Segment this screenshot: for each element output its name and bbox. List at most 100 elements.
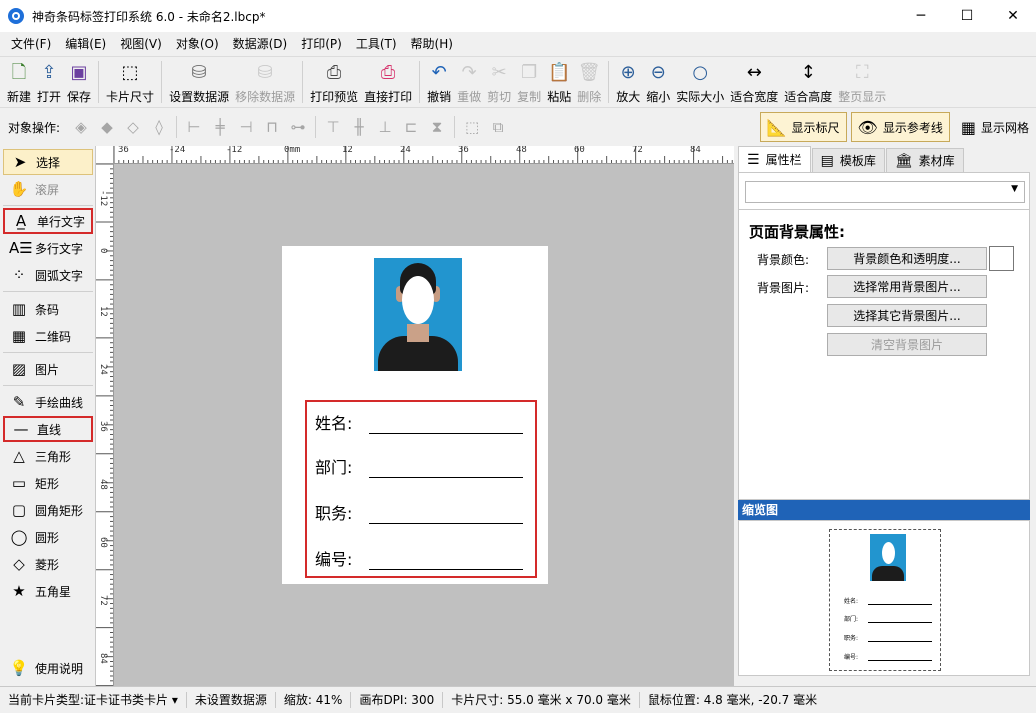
common-bg-button[interactable]: 选择常用背景图片... xyxy=(827,275,987,298)
tool-separator xyxy=(3,385,93,386)
ruler-icon: 📐 xyxy=(766,117,787,137)
show-ruler-toggle[interactable]: 📐 显示标尺 xyxy=(759,112,847,142)
space-v-icon[interactable]: ⧗ xyxy=(424,115,450,139)
design-canvas[interactable]: 姓名: 部门: 职务: 编号: xyxy=(114,164,734,686)
library-icon: 🏛 xyxy=(894,152,913,169)
full-page-button[interactable]: ⛶ 整页显示 xyxy=(835,57,889,107)
delete-button[interactable]: 🗑 删除 xyxy=(574,57,604,107)
menu-tools[interactable]: 工具(T) xyxy=(349,32,404,56)
tool-arc-text[interactable]: ⁘ 圆弧文字 xyxy=(3,262,93,288)
paste-button[interactable]: 📋 粘贴 xyxy=(544,57,574,107)
remove-datasource-button[interactable]: ⛁ 移除数据源 xyxy=(232,57,298,107)
status-card-type[interactable]: 当前卡片类型:证卡证书类卡片 ▾ xyxy=(0,692,187,708)
group-icon[interactable]: ⬚ xyxy=(459,115,485,139)
field-row-department[interactable]: 部门: xyxy=(315,454,523,478)
set-datasource-button[interactable]: ⛁ 设置数据源 xyxy=(166,57,232,107)
line-icon: — xyxy=(13,420,29,438)
ruler-vertical: -12 0 12 24 36 48 60 72 84 xyxy=(96,164,114,686)
actual-size-button[interactable]: ○ 实际大小 xyxy=(673,57,727,107)
tool-qrcode[interactable]: ▦ 二维码 xyxy=(3,323,93,349)
magnifier-icon: ○ xyxy=(692,62,709,83)
bg-image-label: 背景图片: xyxy=(757,281,810,295)
open-button[interactable]: ⇪ 打开 xyxy=(34,57,64,107)
info-box: 姓名: 部门: 职务: 编号: xyxy=(305,400,537,578)
align-right-icon[interactable]: ⊣ xyxy=(233,115,259,139)
field-underline xyxy=(369,550,523,570)
tool-image[interactable]: ▨ 图片 xyxy=(3,356,93,382)
tab-properties[interactable]: ☰ 属性栏 xyxy=(738,146,811,172)
send-backward-icon[interactable]: ◇ xyxy=(120,115,146,139)
new-button[interactable]: 🗋 新建 xyxy=(4,57,34,107)
align-top-icon[interactable]: ⊤ xyxy=(320,115,346,139)
zoom-out-button[interactable]: ⊖ 缩小 xyxy=(643,57,673,107)
align-center-icon[interactable]: ╪ xyxy=(207,115,233,139)
tool-scroll[interactable]: ✋ 滚屏 xyxy=(3,176,93,202)
distribute-h-icon[interactable]: ⊓ xyxy=(259,115,285,139)
menu-print[interactable]: 打印(P) xyxy=(294,32,349,56)
ruler-label: 12 xyxy=(98,306,108,317)
tool-single-text[interactable]: A̲ 单行文字 xyxy=(3,208,93,234)
bg-color-button[interactable]: 背景颜色和透明度... xyxy=(827,247,987,270)
tool-select[interactable]: ➤ 选择 xyxy=(3,149,93,175)
cut-button[interactable]: ✂ 剪切 xyxy=(484,57,514,107)
card-size-button[interactable]: ⬚ 卡片尺寸 xyxy=(103,57,157,107)
circle-icon: ◯ xyxy=(10,528,28,546)
menu-edit[interactable]: 编辑(E) xyxy=(58,32,113,56)
bring-forward-icon[interactable]: ◆ xyxy=(94,115,120,139)
field-row-number[interactable]: 编号: xyxy=(315,546,523,570)
print-preview-button[interactable]: ⎙ 打印预览 xyxy=(307,57,361,107)
menu-view[interactable]: 视图(V) xyxy=(113,32,169,56)
save-icon: ▣ xyxy=(70,62,88,83)
tool-freehand[interactable]: ✎ 手绘曲线 xyxy=(3,389,93,415)
align-left-icon[interactable]: ⊢ xyxy=(181,115,207,139)
distribute-v-icon[interactable]: ⊏ xyxy=(398,115,424,139)
tool-barcode[interactable]: ▥ 条码 xyxy=(3,296,93,322)
show-guides-toggle[interactable]: 👁 显示参考线 xyxy=(850,112,950,142)
field-row-position[interactable]: 职务: xyxy=(315,500,523,524)
zoom-in-button[interactable]: ⊕ 放大 xyxy=(613,57,643,107)
menu-datasource[interactable]: 数据源(D) xyxy=(226,32,295,56)
menu-help[interactable]: 帮助(H) xyxy=(404,32,460,56)
tool-round-rect[interactable]: ▢ 圆角矩形 xyxy=(3,497,93,523)
maximize-button[interactable]: ☐ xyxy=(944,0,990,32)
menu-object[interactable]: 对象(O) xyxy=(169,32,226,56)
tool-triangle[interactable]: △ 三角形 xyxy=(3,443,93,469)
tool-diamond[interactable]: ◇ 菱形 xyxy=(3,551,93,577)
help-button[interactable]: 💡 使用说明 xyxy=(3,655,93,681)
field-row-name[interactable]: 姓名: xyxy=(315,410,523,434)
send-to-back-icon[interactable]: ◊ xyxy=(146,115,172,139)
ungroup-icon[interactable]: ⧉ xyxy=(485,115,511,139)
ruler-label: 48 xyxy=(516,146,527,155)
tool-line[interactable]: — 直线 xyxy=(3,416,93,442)
fit-width-button[interactable]: ↔ 适合宽度 xyxy=(727,57,781,107)
tool-rectangle[interactable]: ▭ 矩形 xyxy=(3,470,93,496)
window-title: 神奇条码标签打印系统 6.0 - 未命名2.lbcp* xyxy=(32,9,266,24)
fit-height-button[interactable]: ↕ 适合高度 xyxy=(781,57,835,107)
space-h-icon[interactable]: ⊶ xyxy=(285,115,311,139)
tool-star[interactable]: ★ 五角星 xyxy=(3,578,93,604)
copy-button[interactable]: ❐ 复制 xyxy=(514,57,544,107)
save-button[interactable]: ▣ 保存 xyxy=(64,57,94,107)
photo-image[interactable] xyxy=(374,258,462,371)
clear-bg-button[interactable]: 清空背景图片 xyxy=(827,333,987,356)
ruler-label: -12 xyxy=(98,190,108,207)
redo-button[interactable]: ↷ 重做 xyxy=(454,57,484,107)
object-select-dropdown[interactable]: ▼ xyxy=(745,181,1025,203)
align-bottom-icon[interactable]: ⊥ xyxy=(372,115,398,139)
show-grid-toggle[interactable]: ▦ 显示网格 xyxy=(954,112,1036,142)
tool-circle[interactable]: ◯ 圆形 xyxy=(3,524,93,550)
field-underline xyxy=(369,504,523,524)
tab-assets[interactable]: 🏛 素材库 xyxy=(885,148,964,172)
tab-templates[interactable]: ▤ 模板库 xyxy=(811,148,885,172)
close-button[interactable]: ✕ xyxy=(990,0,1036,32)
align-middle-icon[interactable]: ╫ xyxy=(346,115,372,139)
bring-to-front-icon[interactable]: ◈ xyxy=(68,115,94,139)
direct-print-button[interactable]: ⎙ 直接打印 xyxy=(361,57,415,107)
tool-multi-text[interactable]: A☰ 多行文字 xyxy=(3,235,93,261)
minimize-button[interactable]: ─ xyxy=(898,0,944,32)
undo-button[interactable]: ↶ 撤销 xyxy=(424,57,454,107)
menu-file[interactable]: 文件(F) xyxy=(4,32,58,56)
other-bg-button[interactable]: 选择其它背景图片... xyxy=(827,304,987,327)
bg-color-swatch[interactable] xyxy=(989,246,1014,271)
id-card[interactable]: 姓名: 部门: 职务: 编号: xyxy=(282,246,548,584)
